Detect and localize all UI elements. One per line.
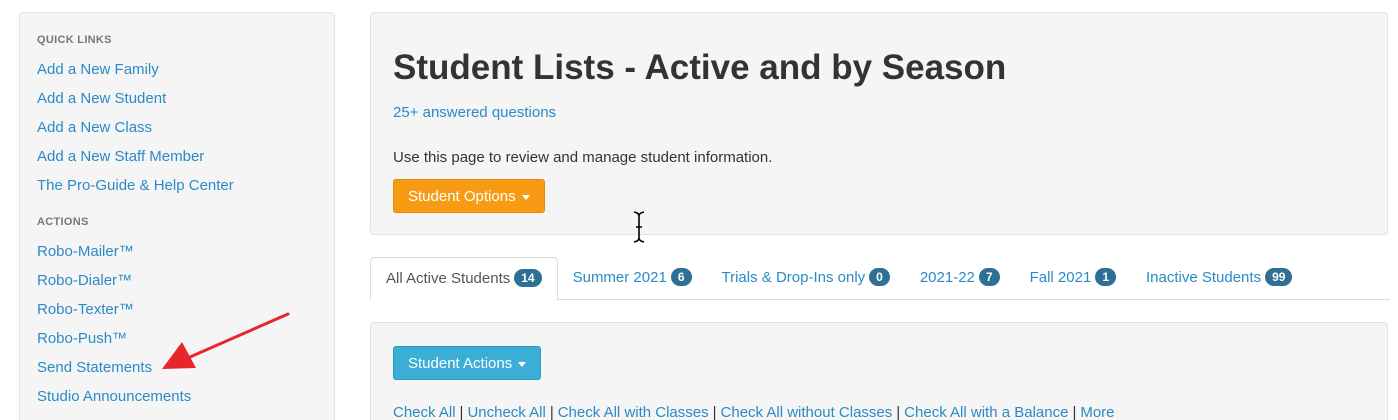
pro-guide-link[interactable]: The Pro-Guide & Help Center [37,177,234,194]
count-badge: 14 [514,269,542,287]
student-list-tabs: All Active Students 14 Summer 2021 6 Trial… [370,257,1390,301]
actions-list: Robo-Mailer™ Robo-Dialer™ Robo-Texter™ R… [37,237,317,411]
count-badge: 6 [670,268,692,286]
student-actions-panel: Student Actions Check All | Uncheck All | Ch… [370,322,1388,420]
quick-link-item: Add a New Class [37,113,317,142]
quick-link-item: Add a New Staff Member [37,142,317,171]
tab-label: All Active Students [386,270,511,287]
tab-all-active-students[interactable]: All Active Students 14 [370,257,558,301]
action-item: Robo-Dialer™ [37,266,317,295]
add-class-link[interactable]: Add a New Class [37,119,152,136]
answered-questions-link[interactable]: 25+ answered questions [393,104,556,121]
count-badge: 7 [978,268,1000,286]
action-item: Robo-Texter™ [37,295,317,324]
check-all-without-classes-link[interactable]: Check All without Classes [721,404,893,420]
add-student-link[interactable]: Add a New Student [37,90,166,107]
robo-push-link[interactable]: Robo-Push™ [37,330,127,347]
count-badge: 1 [1095,268,1116,286]
student-actions-button[interactable]: Student Actions [393,346,542,380]
robo-mailer-link[interactable]: Robo-Mailer™ [37,243,134,260]
check-links-bar: Check All | Uncheck All | Check All with Cla… [393,404,1365,420]
sidebar: QUICK LINKS Add a New Family Add a New S… [19,12,335,420]
add-family-link[interactable]: Add a New Family [37,61,159,78]
robo-dialer-link[interactable]: Robo-Dialer™ [37,272,132,289]
separator: | [1072,404,1077,420]
page-title: Student Lists - Active and by Season [393,48,1007,87]
check-all-link[interactable]: Check All [393,404,456,420]
studio-announcements-link[interactable]: Studio Announcements [37,388,191,405]
tab-label: Inactive Students [1146,269,1262,286]
quick-links-list: Add a New Family Add a New Student Add a… [37,55,317,200]
student-actions-label: Student Actions [408,355,513,372]
quick-link-item: Add a New Student [37,84,317,113]
quick-link-item: Add a New Family [37,55,317,84]
action-item: Send Statements [37,353,317,382]
count-badge: 99 [1265,268,1293,286]
caret-down-icon [518,361,527,367]
actions-heading: ACTIONS [37,216,89,228]
quick-link-item: The Pro-Guide & Help Center [37,171,317,200]
tab-summer-2021[interactable]: Summer 2021 6 [558,257,707,300]
text-cursor-icon [630,210,648,249]
send-statements-link[interactable]: Send Statements [37,359,152,376]
action-item: Studio Announcements [37,382,317,411]
robo-texter-link[interactable]: Robo-Texter™ [37,301,134,318]
separator: | [549,404,554,420]
separator: | [712,404,717,420]
count-badge: 0 [869,268,890,286]
tab-inactive-students[interactable]: Inactive Students 99 [1131,257,1307,300]
separator: | [896,404,901,420]
action-item: Robo-Mailer™ [37,237,317,266]
tab-label: Trials & Drop-Ins only [721,269,866,286]
tab-label: Summer 2021 [572,269,667,286]
page-description: Use this page to review and manage stude… [393,149,773,166]
page-header: Student Lists - Active and by Season 25+… [370,12,1388,235]
check-all-with-balance-link[interactable]: Check All with a Balance [904,404,1068,420]
tab-trials-drop-ins[interactable]: Trials & Drop-Ins only 0 [707,257,905,300]
check-all-with-classes-link[interactable]: Check All with Classes [558,404,709,420]
caret-down-icon [521,194,530,200]
uncheck-all-link[interactable]: Uncheck All [467,404,545,420]
quick-links-heading: QUICK LINKS [37,34,112,46]
tab-fall-2021[interactable]: Fall 2021 1 [1015,257,1131,300]
action-item: Robo-Push™ [37,324,317,353]
tab-label: Fall 2021 [1029,269,1092,286]
student-options-button[interactable]: Student Options [393,179,545,213]
student-options-label: Student Options [408,188,516,205]
add-staff-link[interactable]: Add a New Staff Member [37,148,204,165]
tab-2021-22[interactable]: 2021-22 7 [905,257,1015,300]
separator: | [459,404,464,420]
tab-label: 2021-22 [919,269,975,286]
more-link[interactable]: More [1080,404,1114,420]
